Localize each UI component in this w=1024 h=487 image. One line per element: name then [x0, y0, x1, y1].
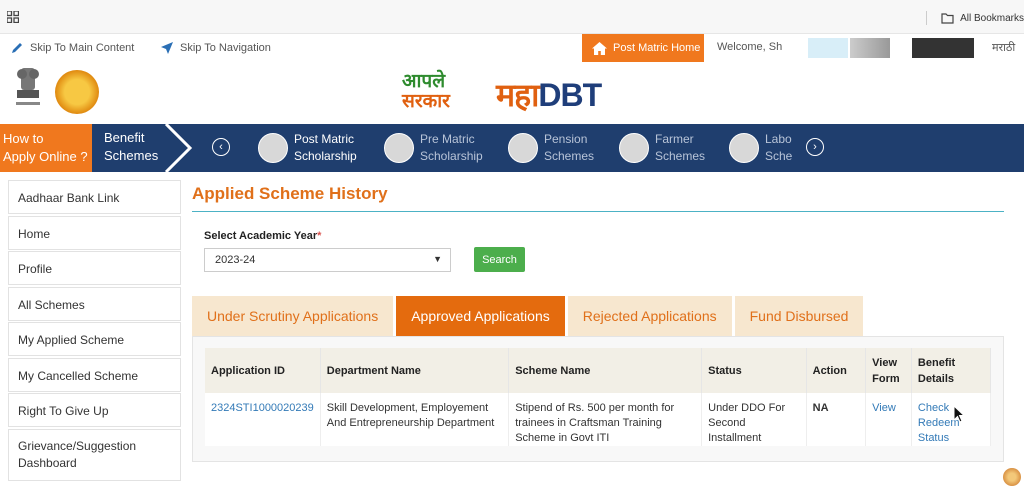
all-bookmarks-label: All Bookmarks: [960, 12, 1024, 24]
sidebar-item-my-applied-scheme[interactable]: My Applied Scheme: [8, 322, 181, 356]
table-header-row: Application ID Department Name Scheme Na…: [205, 348, 992, 393]
column-header: View Form: [865, 348, 912, 393]
national-emblem-logo: [16, 68, 40, 105]
sidebar-item-all-schemes[interactable]: All Schemes: [8, 286, 181, 321]
maha-text: महा: [496, 77, 539, 113]
welcome-text: Welcome, Sh: [717, 41, 783, 53]
sidebar-menu: Aadhaar Bank Link Home Profile All Schem…: [8, 180, 181, 482]
academic-year-value: 2023-24: [215, 254, 256, 266]
mouse-pointer-icon: [953, 405, 965, 423]
skip-to-navigation-link[interactable]: Skip To Navigation: [160, 41, 271, 55]
aaple-text: आपले: [402, 71, 446, 92]
view-form-link[interactable]: View: [865, 393, 912, 446]
skip-to-navigation-label: Skip To Navigation: [180, 42, 271, 54]
corner-avatar-logo: [1003, 468, 1021, 486]
applications-table: Application ID Department Name Scheme Na…: [205, 348, 992, 446]
browser-bookmarks-bar: All Bookmarks: [0, 0, 1024, 34]
chevron-down-icon: ▼: [433, 254, 442, 264]
column-header: Application ID: [205, 348, 321, 393]
nav-item-label: Pension Schemes: [544, 132, 595, 163]
how-to-line1: How to: [3, 131, 44, 146]
sarkar-text: सरकार: [402, 91, 450, 112]
redacted-logout-block[interactable]: [912, 38, 974, 58]
column-header: Status: [701, 348, 807, 393]
home-icon: [592, 41, 607, 55]
nav-item-label: Pre Matric Scholarship: [420, 132, 483, 163]
branding-header: आपले सरकार महाDBT: [0, 62, 1024, 124]
all-bookmarks-button[interactable]: All Bookmarks: [926, 11, 1024, 25]
scheme-navbar: How to Apply Online ? Benefit Schemes ‹ …: [0, 124, 1024, 172]
language-toggle-link[interactable]: मराठी: [992, 40, 1015, 55]
skip-to-main-link[interactable]: Skip To Main Content: [10, 41, 134, 55]
required-asterisk: *: [317, 230, 322, 242]
how-to-line2: Apply Online ?: [3, 149, 88, 164]
sidebar-item-profile[interactable]: Profile: [8, 251, 181, 285]
column-header: Department Name: [320, 348, 510, 393]
application-tabs: Under Scrutiny Applications Approved App…: [192, 296, 864, 336]
nav-item-label: Farmer Schemes: [655, 132, 706, 163]
nav-item-post-matric[interactable]: Post Matric Scholarship: [258, 124, 357, 172]
sidebar-item-aadhaar-bank-link[interactable]: Aadhaar Bank Link: [8, 180, 181, 214]
student-icon: [384, 133, 414, 163]
column-header: Action: [806, 348, 867, 393]
application-id-link[interactable]: 2324STI1000020239: [205, 393, 321, 446]
folder-icon: [941, 12, 954, 24]
how-to-apply-button[interactable]: How to Apply Online ?: [0, 124, 92, 172]
redacted-username-block: [808, 38, 848, 58]
tab-rejected[interactable]: Rejected Applications: [567, 296, 732, 336]
tab-under-scrutiny[interactable]: Under Scrutiny Applications: [192, 296, 394, 336]
apps-grid-icon[interactable]: [7, 11, 19, 23]
chevron-divider-icon: [164, 124, 193, 172]
nav-item-farmer[interactable]: Farmer Schemes: [619, 124, 705, 172]
academic-year-label: Select Academic Year*: [204, 230, 322, 242]
redacted-username-block: [850, 38, 890, 58]
nav-item-labour[interactable]: Labo Sche: [729, 124, 792, 172]
applications-panel: Application ID Department Name Scheme Na…: [192, 336, 1004, 462]
table-row: 2324STI1000020239 Skill Development, Emp…: [205, 393, 992, 446]
sidebar-item-right-to-give-up[interactable]: Right To Give Up: [8, 393, 181, 427]
nav-item-pre-matric[interactable]: Pre Matric Scholarship: [384, 124, 483, 172]
maharashtra-seal-logo: [55, 70, 99, 114]
graduation-cap-icon: [258, 133, 288, 163]
nav-item-label: Post Matric Scholarship: [294, 132, 357, 163]
site-topbar: Skip To Main Content Skip To Navigation …: [0, 34, 1024, 62]
sidebar-item-home[interactable]: Home: [8, 215, 181, 250]
skip-to-main-label: Skip To Main Content: [30, 42, 135, 54]
column-header: Scheme Name: [508, 348, 703, 393]
page-title: Applied Scheme History: [192, 182, 1004, 212]
dbt-text: DBT: [538, 77, 602, 113]
nav-prev-button[interactable]: ‹: [212, 138, 230, 156]
elderly-person-icon: [508, 133, 538, 163]
action-cell: NA: [806, 393, 867, 446]
mahadbt-logo: महाDBT: [496, 77, 602, 113]
benefit-schemes-label: Benefit Schemes: [92, 124, 172, 172]
sidebar-item-grievance-dashboard[interactable]: Grievance/Suggestion Dashboard: [8, 428, 181, 481]
main-content: Applied Scheme History Select Academic Y…: [192, 182, 1004, 462]
bookmarks-divider: [926, 11, 928, 25]
tab-fund-disbursed[interactable]: Fund Disbursed: [734, 296, 864, 336]
nav-next-button[interactable]: ›: [806, 138, 824, 156]
tab-approved[interactable]: Approved Applications: [396, 296, 565, 336]
search-button[interactable]: Search: [474, 247, 525, 272]
worker-icon: [729, 133, 759, 163]
nav-item-pension[interactable]: Pension Schemes: [508, 124, 594, 172]
department-name-cell: Skill Development, Employement And Entre…: [320, 393, 510, 446]
post-matric-home-button[interactable]: Post Matric Home: [582, 34, 704, 62]
sidebar-item-my-cancelled-scheme[interactable]: My Cancelled Scheme: [8, 357, 181, 392]
post-matric-home-label: Post Matric Home: [613, 42, 701, 54]
aaple-sarkar-logo: आपले सरकार: [402, 72, 482, 116]
scheme-name-cell: Stipend of Rs. 500 per month for trainee…: [508, 393, 703, 446]
status-cell: Under DDO For Second Installment: [701, 393, 807, 446]
tractor-icon: [619, 133, 649, 163]
academic-year-select[interactable]: 2023-24 ▼: [204, 248, 451, 272]
nav-item-label: Labo Sche: [765, 132, 793, 163]
benefit-details-cell: Check Redeem Status: [911, 393, 992, 446]
column-header: Benefit Details: [911, 348, 992, 393]
pencil-icon: [12, 43, 22, 53]
navigation-arrow-icon: [161, 42, 173, 54]
